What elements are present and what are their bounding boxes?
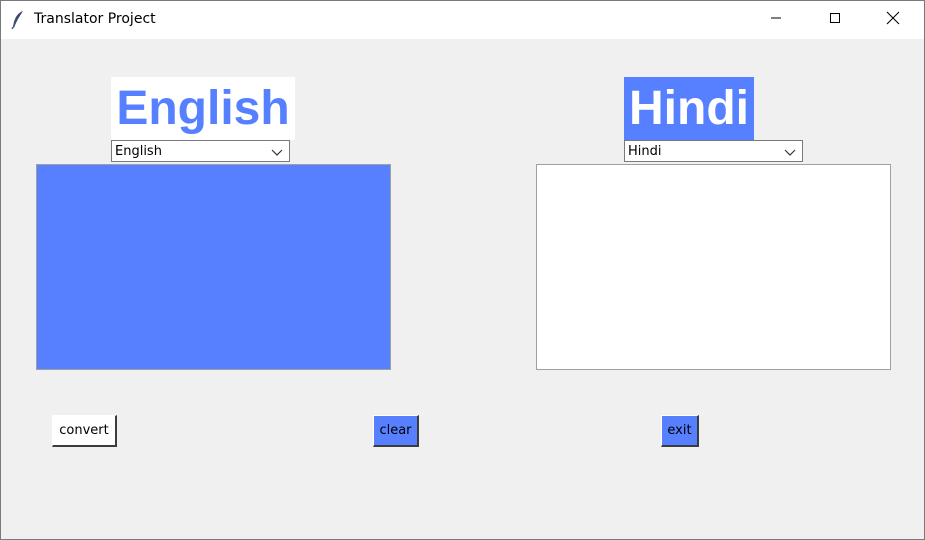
target-language-value: Hindi xyxy=(628,144,662,159)
exit-button[interactable]: exit xyxy=(661,415,699,447)
target-language-heading: Hindi xyxy=(624,77,754,140)
target-language-select[interactable]: Hindi xyxy=(624,140,803,162)
source-language-heading: English xyxy=(111,77,295,140)
source-text-area[interactable] xyxy=(36,164,391,370)
title-bar[interactable]: Translator Project xyxy=(1,1,924,39)
maximize-button[interactable] xyxy=(812,1,858,39)
feather-icon xyxy=(10,10,26,30)
clear-button[interactable]: clear xyxy=(373,415,419,447)
minimize-icon xyxy=(770,11,782,29)
convert-button[interactable]: convert xyxy=(52,415,117,447)
source-language-value: English xyxy=(115,144,162,159)
window-title: Translator Project xyxy=(34,11,156,27)
chevron-down-icon xyxy=(784,147,796,157)
source-language-select[interactable]: English xyxy=(111,140,290,162)
minimize-button[interactable] xyxy=(753,1,799,39)
maximize-icon xyxy=(829,11,841,29)
app-window: Translator Project English English Hindi… xyxy=(0,0,925,540)
chevron-down-icon xyxy=(271,147,283,157)
close-button[interactable] xyxy=(870,1,916,39)
close-icon xyxy=(886,11,900,30)
target-text-area[interactable] xyxy=(536,164,891,370)
